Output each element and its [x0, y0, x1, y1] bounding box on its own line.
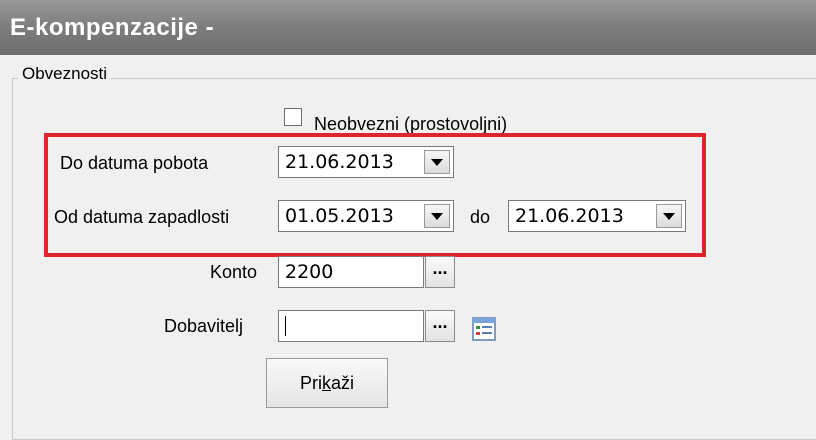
- highlight-rectangle: [44, 133, 706, 257]
- window-titlebar: E-kompenzacije -: [0, 0, 816, 55]
- prikazi-label-pre: Pri: [299, 372, 322, 393]
- konto-value: 2200: [285, 261, 334, 283]
- neobvezni-checkbox[interactable]: [284, 108, 302, 126]
- prikazi-label-accel: k: [321, 372, 331, 393]
- konto-browse-button[interactable]: ...: [425, 256, 455, 288]
- text-cursor: [285, 316, 286, 336]
- dobavitelj-label: Dobavitelj: [164, 316, 244, 336]
- dobavitelj-input[interactable]: [278, 310, 424, 342]
- dobavitelj-browse-button[interactable]: ...: [425, 310, 455, 342]
- konto-input[interactable]: 2200: [278, 256, 424, 288]
- window-title: E-kompenzacije -: [10, 14, 215, 41]
- konto-label: Konto: [210, 262, 258, 282]
- prikazi-button[interactable]: Pri k aži: [266, 358, 388, 408]
- neobvezni-checkbox-label[interactable]: Neobvezni (prostovoljni): [314, 114, 507, 135]
- prikazi-label-post: aži: [330, 372, 354, 393]
- list-icon[interactable]: [472, 317, 496, 341]
- groupbox-legend: Obveznosti: [18, 64, 112, 84]
